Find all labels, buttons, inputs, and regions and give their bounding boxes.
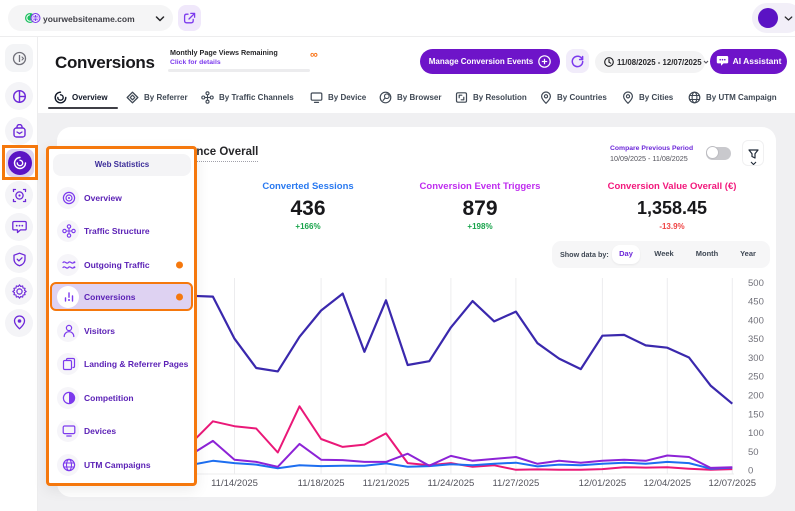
svg-text:450: 450 <box>748 297 764 308</box>
svg-text:12/07/2025: 12/07/2025 <box>709 478 757 489</box>
svg-text:11/18/2025: 11/18/2025 <box>298 478 345 489</box>
svg-text:250: 250 <box>748 372 764 383</box>
svg-text:12/04/2025: 12/04/2025 <box>644 478 692 489</box>
svg-text:0: 0 <box>748 466 753 477</box>
svg-text:11/14/2025: 11/14/2025 <box>211 478 258 489</box>
svg-text:11/27/2025: 11/27/2025 <box>492 478 539 489</box>
svg-text:11/21/2025: 11/21/2025 <box>363 478 410 489</box>
svg-text:11/24/2025: 11/24/2025 <box>427 478 474 489</box>
svg-text:12/01/2025: 12/01/2025 <box>579 478 627 489</box>
svg-text:50: 50 <box>748 447 759 458</box>
svg-text:200: 200 <box>748 391 764 402</box>
svg-text:400: 400 <box>748 315 764 326</box>
svg-text:100: 100 <box>748 428 764 439</box>
svg-text:500: 500 <box>748 278 764 289</box>
svg-text:350: 350 <box>748 334 764 345</box>
svg-text:150: 150 <box>748 409 764 420</box>
svg-text:300: 300 <box>748 353 764 364</box>
